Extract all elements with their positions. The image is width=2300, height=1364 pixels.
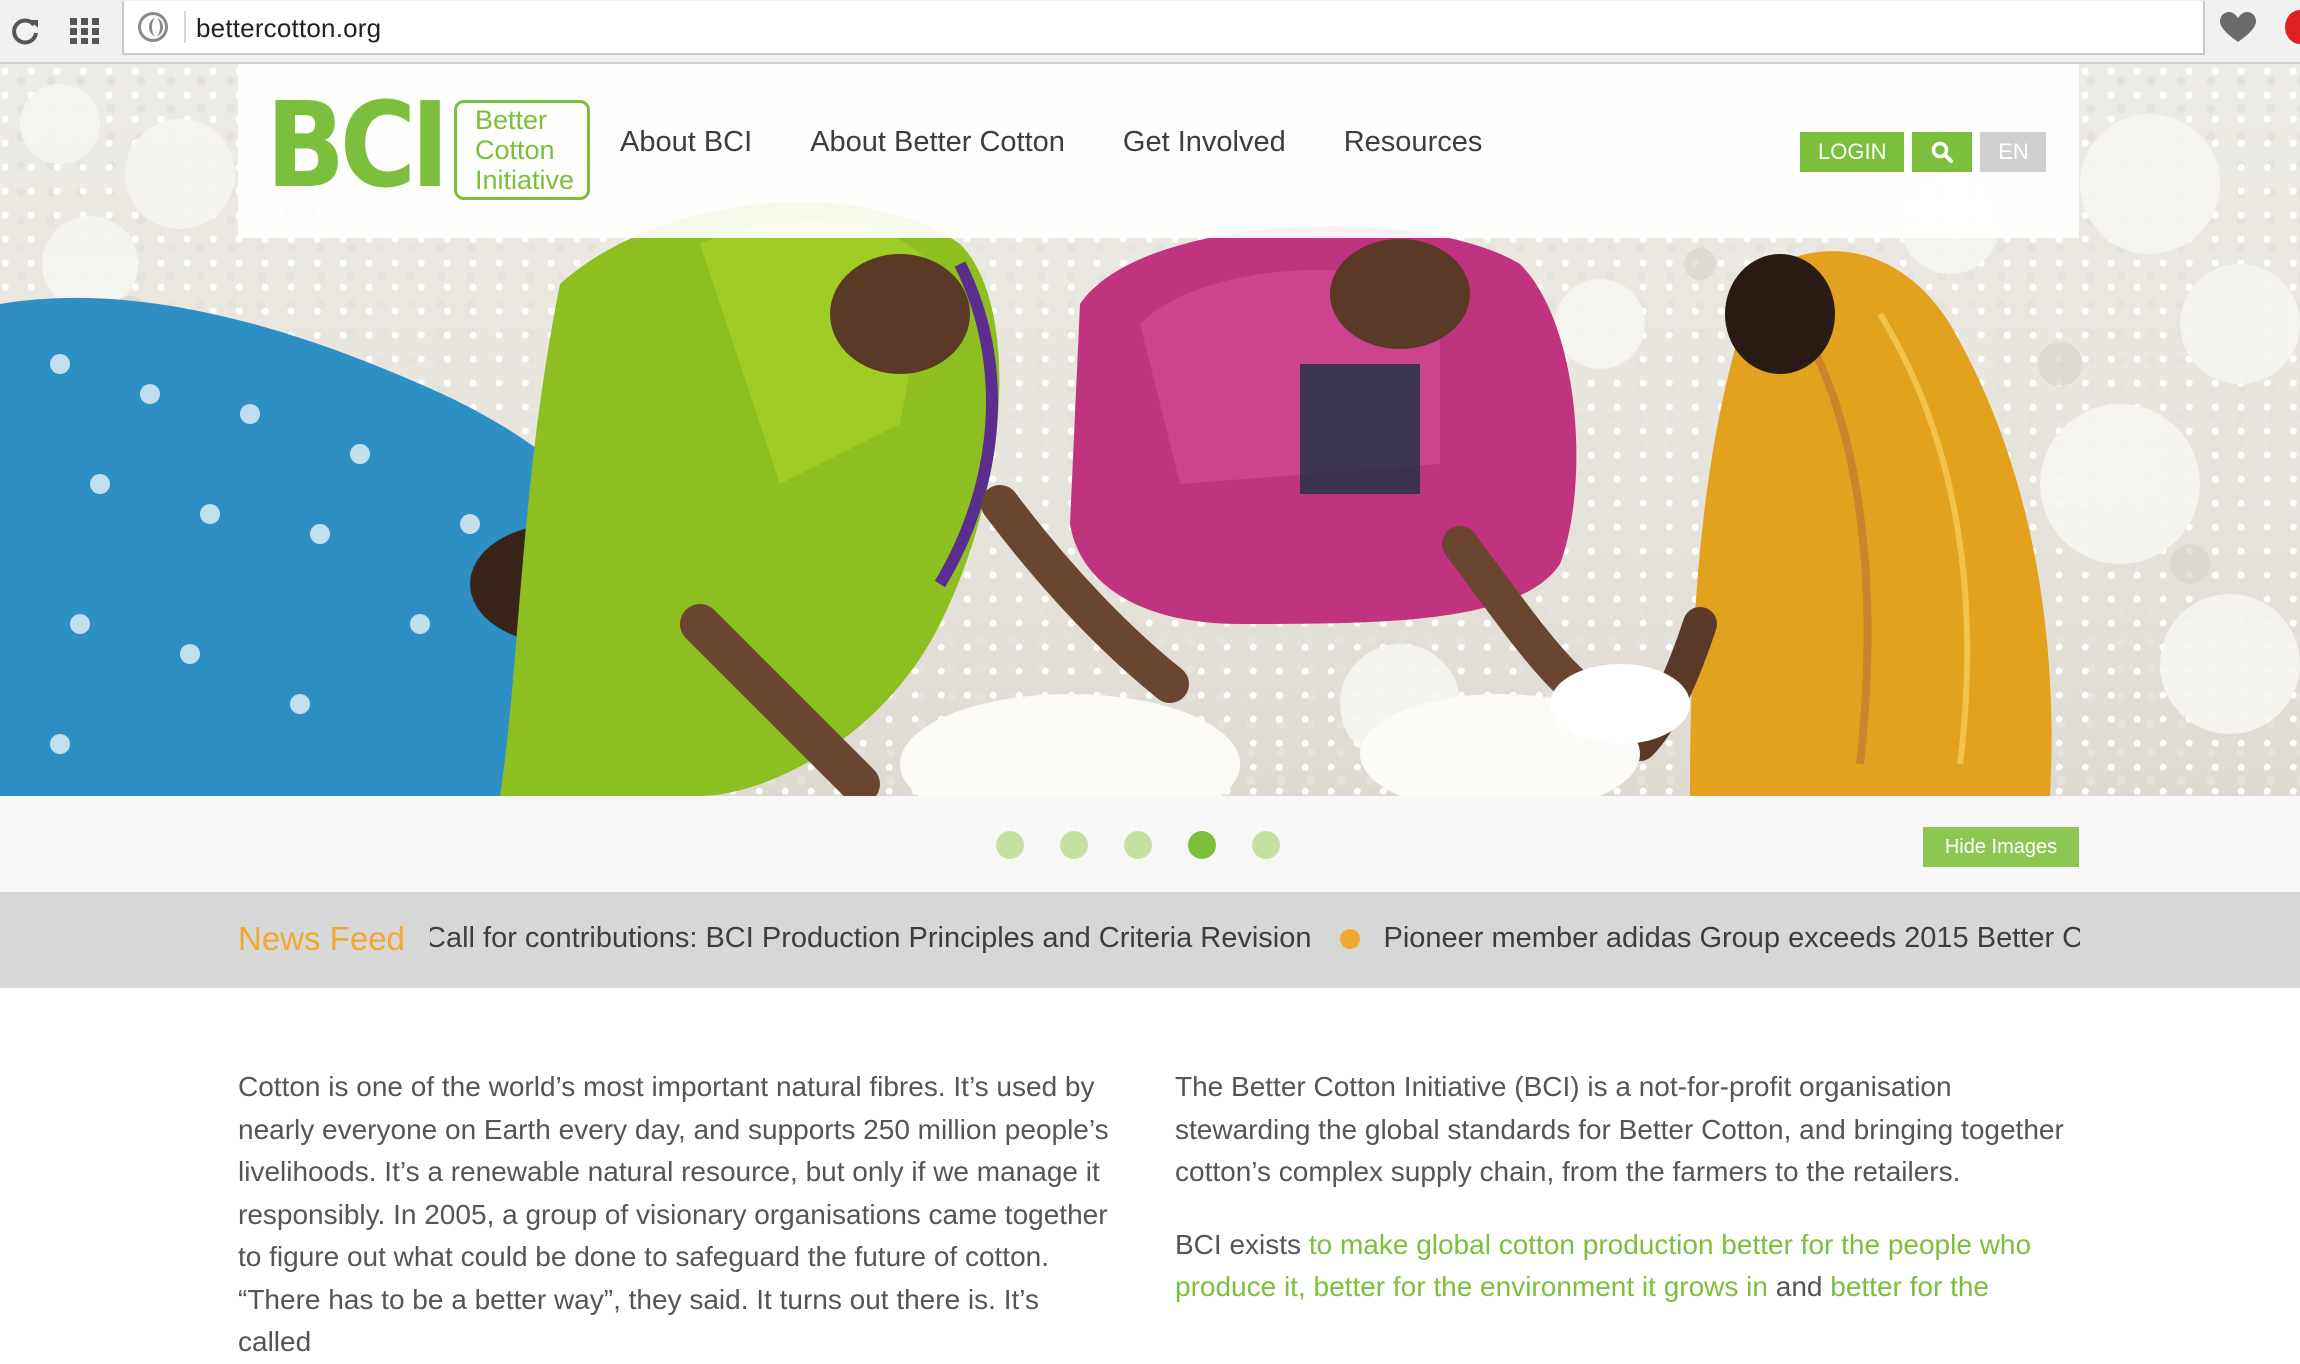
slider-dot-3[interactable]	[1124, 831, 1152, 859]
mission-paragraph: BCI exists to make global cotton product…	[1175, 1224, 2090, 1309]
mission-link-2[interactable]: better for the	[1830, 1271, 1989, 1302]
extension-icon[interactable]	[2285, 10, 2300, 44]
logo-line-3: Initiative	[475, 165, 575, 195]
url-text[interactable]: bettercotton.org	[196, 13, 381, 44]
search-button[interactable]	[1912, 132, 1973, 172]
slider-dot-1[interactable]	[996, 831, 1024, 859]
intro-left-column: Cotton is one of the world’s most import…	[238, 1066, 1118, 1364]
slider-controls: Hide Images	[0, 796, 2300, 892]
browser-toolbar: bettercotton.org	[0, 0, 2300, 64]
heart-icon[interactable]	[2208, 0, 2268, 56]
logo-mark: BCI	[266, 76, 449, 214]
logo-wordmark: Better Cotton Initiative	[454, 100, 590, 200]
news-feed: News Feed Call for contributions: BCI Pr…	[0, 892, 2300, 988]
news-bullet	[1339, 928, 1360, 949]
intro-right-column: The Better Cotton Initiative (BCI) is a …	[1175, 1066, 2090, 1309]
login-button[interactable]: LOGIN	[1800, 132, 1905, 172]
site-header: BCI Better Cotton Initiative About BCI A…	[238, 64, 2079, 238]
nav-resources[interactable]: Resources	[1344, 126, 1483, 159]
header-actions: LOGIN EN	[1800, 132, 2047, 172]
about-paragraph: The Better Cotton Initiative (BCI) is a …	[1175, 1071, 2064, 1187]
hide-images-button[interactable]: Hide Images	[1923, 827, 2079, 867]
apps-grid-icon[interactable]	[62, 8, 108, 54]
slider-dot-4[interactable]	[1188, 831, 1216, 859]
nav-get-involved[interactable]: Get Involved	[1123, 126, 1286, 159]
mission-text-2: and	[1767, 1271, 1831, 1302]
nav-about-better-cotton[interactable]: About Better Cotton	[810, 126, 1065, 159]
news-ticker-inner: Call for contributions: BCI Production P…	[430, 922, 2080, 955]
slider-dot-2[interactable]	[1060, 831, 1088, 859]
reload-icon[interactable]	[2, 8, 48, 54]
news-item[interactable]: Call for contributions: BCI Production P…	[430, 922, 1312, 955]
logo-line-2: Cotton	[475, 135, 555, 165]
search-icon	[1932, 141, 1954, 163]
globe-icon[interactable]	[138, 12, 168, 42]
address-divider	[184, 11, 186, 43]
intro-paragraph: Cotton is one of the world’s most import…	[238, 1071, 1109, 1357]
slider-dots	[996, 831, 1316, 859]
news-ticker: Call for contributions: BCI Production P…	[430, 892, 2080, 988]
news-feed-label: News Feed	[238, 920, 405, 957]
main-nav: About BCI About Better Cotton Get Involv…	[620, 126, 1540, 159]
logo-line-1: Better	[475, 105, 548, 135]
news-item[interactable]: Pioneer member adidas Group exceeds 2015…	[1384, 922, 2081, 955]
mission-text-1: BCI exists	[1175, 1228, 1309, 1260]
nav-about-bci[interactable]: About BCI	[620, 126, 752, 159]
language-button[interactable]: EN	[1980, 132, 2047, 172]
slider-dot-5[interactable]	[1252, 831, 1280, 859]
address-bar[interactable]: bettercotton.org	[122, 1, 2205, 55]
